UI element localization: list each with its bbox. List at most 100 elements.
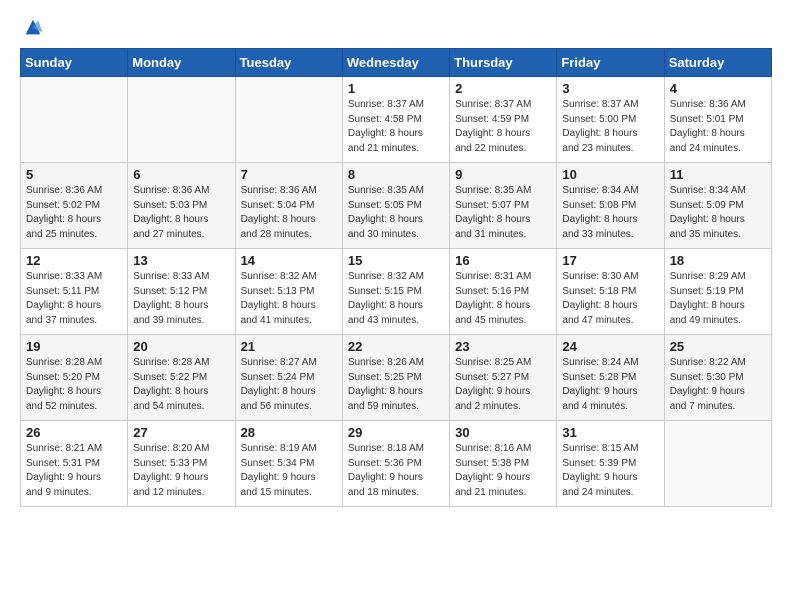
calendar-day-cell: 24 Sunrise: 8:24 AM Sunset: 5:28 PM Dayli… [557, 335, 664, 421]
logo-icon [22, 16, 44, 38]
calendar-day-cell: 14 Sunrise: 8:32 AM Sunset: 5:13 PM Dayli… [235, 249, 342, 335]
day-info: Sunrise: 8:33 AM Sunset: 5:12 PM Dayligh… [133, 270, 229, 328]
calendar-day-cell: 25 Sunrise: 8:22 AM Sunset: 5:30 PM Dayli… [664, 335, 771, 421]
calendar-day-cell: 16Sunrise: 8:31 AM Sunset: 5:16 PM Dayli… [450, 249, 557, 335]
day-number: 9 [455, 167, 551, 182]
day-info: Sunrise: 8:36 AM Sunset: 5:04 PM Dayligh… [241, 184, 337, 242]
weekday-header-cell: Saturday [664, 49, 771, 77]
day-number: 1 [348, 81, 444, 96]
calendar-week-row: 26 Sunrise: 8:21 AM Sunset: 5:31 PM Dayli… [21, 421, 772, 507]
calendar-week-row: 19 Sunrise: 8:28 AM Sunset: 5:20 PM Dayli… [21, 335, 772, 421]
day-number: 8 [348, 167, 444, 182]
calendar-day-cell: 1 Sunrise: 8:37 AM Sunset: 4:58 PM Daylig… [342, 77, 449, 163]
calendar-day-cell: 21 Sunrise: 8:27 AM Sunset: 5:24 PM Dayli… [235, 335, 342, 421]
day-number: 11 [670, 167, 766, 182]
calendar-day-cell: 28Sunrise: 8:19 AM Sunset: 5:34 PM Dayli… [235, 421, 342, 507]
calendar-week-row: 5 Sunrise: 8:36 AM Sunset: 5:02 PM Daylig… [21, 163, 772, 249]
day-number: 22 [348, 339, 444, 354]
calendar-day-cell: 12 Sunrise: 8:33 AM Sunset: 5:11 PM Dayli… [21, 249, 128, 335]
day-number: 14 [241, 253, 337, 268]
calendar-day-cell: 27 Sunrise: 8:20 AM Sunset: 5:33 PM Dayli… [128, 421, 235, 507]
calendar-day-cell: 10 Sunrise: 8:34 AM Sunset: 5:08 PM Dayli… [557, 163, 664, 249]
day-info: Sunrise: 8:28 AM Sunset: 5:20 PM Dayligh… [26, 356, 122, 414]
calendar-day-cell: 19 Sunrise: 8:28 AM Sunset: 5:20 PM Dayli… [21, 335, 128, 421]
day-number: 31 [562, 425, 658, 440]
day-number: 17 [562, 253, 658, 268]
day-number: 19 [26, 339, 122, 354]
calendar-day-cell: 22 Sunrise: 8:26 AM Sunset: 5:25 PM Dayli… [342, 335, 449, 421]
day-info: Sunrise: 8:24 AM Sunset: 5:28 PM Dayligh… [562, 356, 658, 414]
day-number: 27 [133, 425, 229, 440]
day-info: Sunrise: 8:34 AM Sunset: 5:08 PM Dayligh… [562, 184, 658, 242]
day-number: 16 [455, 253, 551, 268]
day-info: Sunrise: 8:36 AM Sunset: 5:01 PM Dayligh… [670, 98, 766, 156]
day-info: Sunrise: 8:33 AM Sunset: 5:11 PM Dayligh… [26, 270, 122, 328]
weekday-header-cell: Sunday [21, 49, 128, 77]
page-header [20, 16, 772, 38]
day-number: 5 [26, 167, 122, 182]
day-info: Sunrise: 8:28 AM Sunset: 5:22 PM Dayligh… [133, 356, 229, 414]
day-info: Sunrise: 8:37 AM Sunset: 5:00 PM Dayligh… [562, 98, 658, 156]
calendar-day-cell [235, 77, 342, 163]
day-info: Sunrise: 8:29 AM Sunset: 5:19 PM Dayligh… [670, 270, 766, 328]
day-number: 2 [455, 81, 551, 96]
calendar-day-cell: 30Sunrise: 8:16 AM Sunset: 5:38 PM Dayli… [450, 421, 557, 507]
day-info: Sunrise: 8:16 AM Sunset: 5:38 PM Dayligh… [455, 442, 551, 500]
day-info: Sunrise: 8:27 AM Sunset: 5:24 PM Dayligh… [241, 356, 337, 414]
calendar-week-row: 1 Sunrise: 8:37 AM Sunset: 4:58 PM Daylig… [21, 77, 772, 163]
weekday-header-row: SundayMondayTuesdayWednesdayThursdayFrid… [21, 49, 772, 77]
day-number: 18 [670, 253, 766, 268]
calendar-week-row: 12 Sunrise: 8:33 AM Sunset: 5:11 PM Dayli… [21, 249, 772, 335]
day-number: 15 [348, 253, 444, 268]
day-info: Sunrise: 8:26 AM Sunset: 5:25 PM Dayligh… [348, 356, 444, 414]
day-info: Sunrise: 8:25 AM Sunset: 5:27 PM Dayligh… [455, 356, 551, 414]
calendar-day-cell: 2 Sunrise: 8:37 AM Sunset: 4:59 PM Daylig… [450, 77, 557, 163]
day-number: 21 [241, 339, 337, 354]
calendar-day-cell: 31Sunrise: 8:15 AM Sunset: 5:39 PM Dayli… [557, 421, 664, 507]
weekday-header-cell: Friday [557, 49, 664, 77]
calendar-day-cell: 7 Sunrise: 8:36 AM Sunset: 5:04 PM Daylig… [235, 163, 342, 249]
calendar-day-cell: 13 Sunrise: 8:33 AM Sunset: 5:12 PM Dayli… [128, 249, 235, 335]
day-info: Sunrise: 8:30 AM Sunset: 5:18 PM Dayligh… [562, 270, 658, 328]
calendar-day-cell: 5 Sunrise: 8:36 AM Sunset: 5:02 PM Daylig… [21, 163, 128, 249]
calendar-day-cell [128, 77, 235, 163]
weekday-header-cell: Wednesday [342, 49, 449, 77]
calendar-day-cell: 6Sunrise: 8:36 AM Sunset: 5:03 PM Daylig… [128, 163, 235, 249]
day-info: Sunrise: 8:18 AM Sunset: 5:36 PM Dayligh… [348, 442, 444, 500]
weekday-header-cell: Thursday [450, 49, 557, 77]
day-number: 23 [455, 339, 551, 354]
day-number: 24 [562, 339, 658, 354]
calendar-day-cell: 8 Sunrise: 8:35 AM Sunset: 5:05 PM Daylig… [342, 163, 449, 249]
day-info: Sunrise: 8:35 AM Sunset: 5:07 PM Dayligh… [455, 184, 551, 242]
calendar-day-cell: 15 Sunrise: 8:32 AM Sunset: 5:15 PM Dayli… [342, 249, 449, 335]
calendar-day-cell: 11 Sunrise: 8:34 AM Sunset: 5:09 PM Dayli… [664, 163, 771, 249]
day-number: 10 [562, 167, 658, 182]
day-info: Sunrise: 8:35 AM Sunset: 5:05 PM Dayligh… [348, 184, 444, 242]
day-number: 12 [26, 253, 122, 268]
day-info: Sunrise: 8:21 AM Sunset: 5:31 PM Dayligh… [26, 442, 122, 500]
day-info: Sunrise: 8:32 AM Sunset: 5:13 PM Dayligh… [241, 270, 337, 328]
calendar-day-cell: 26 Sunrise: 8:21 AM Sunset: 5:31 PM Dayli… [21, 421, 128, 507]
day-info: Sunrise: 8:36 AM Sunset: 5:02 PM Dayligh… [26, 184, 122, 242]
day-number: 25 [670, 339, 766, 354]
calendar-day-cell [21, 77, 128, 163]
day-number: 26 [26, 425, 122, 440]
day-number: 6 [133, 167, 229, 182]
calendar-day-cell: 23 Sunrise: 8:25 AM Sunset: 5:27 PM Dayli… [450, 335, 557, 421]
day-number: 7 [241, 167, 337, 182]
day-info: Sunrise: 8:37 AM Sunset: 4:59 PM Dayligh… [455, 98, 551, 156]
calendar-table: SundayMondayTuesdayWednesdayThursdayFrid… [20, 48, 772, 507]
day-number: 13 [133, 253, 229, 268]
weekday-header-cell: Monday [128, 49, 235, 77]
day-info: Sunrise: 8:34 AM Sunset: 5:09 PM Dayligh… [670, 184, 766, 242]
day-info: Sunrise: 8:32 AM Sunset: 5:15 PM Dayligh… [348, 270, 444, 328]
weekday-header-cell: Tuesday [235, 49, 342, 77]
day-info: Sunrise: 8:22 AM Sunset: 5:30 PM Dayligh… [670, 356, 766, 414]
day-number: 3 [562, 81, 658, 96]
day-info: Sunrise: 8:20 AM Sunset: 5:33 PM Dayligh… [133, 442, 229, 500]
day-info: Sunrise: 8:37 AM Sunset: 4:58 PM Dayligh… [348, 98, 444, 156]
calendar-day-cell: 18 Sunrise: 8:29 AM Sunset: 5:19 PM Dayli… [664, 249, 771, 335]
day-number: 4 [670, 81, 766, 96]
day-number: 20 [133, 339, 229, 354]
day-number: 28 [241, 425, 337, 440]
